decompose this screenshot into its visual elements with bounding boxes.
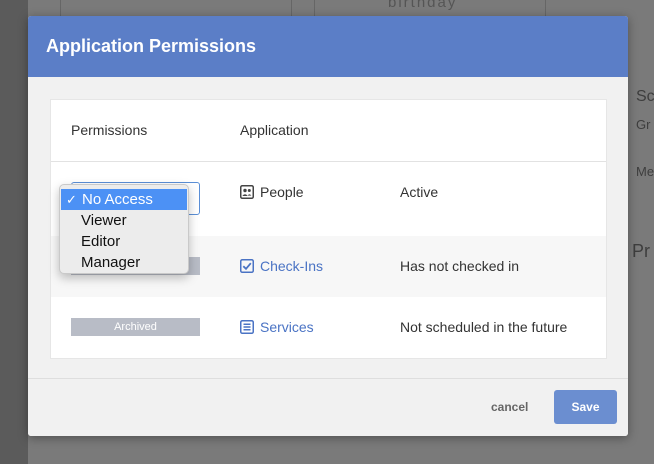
permission-badge-archived[interactable]: Archived (71, 318, 200, 336)
app-name: People (240, 184, 304, 200)
save-button[interactable]: Save (554, 390, 617, 424)
check-icon: ✓ (66, 191, 77, 207)
option-label: Editor (81, 233, 121, 250)
column-header-permissions: Permissions (71, 122, 148, 138)
app-label[interactable]: Check-Ins (260, 258, 323, 274)
dropdown-option-editor[interactable]: Editor (60, 231, 188, 252)
app-status: Active (400, 184, 439, 200)
option-label: Viewer (81, 212, 127, 229)
dropdown-option-manager[interactable]: Manager (60, 252, 188, 273)
permission-dropdown-menu: ✓ No Access Viewer Editor Manager (59, 184, 189, 274)
app-status: Not scheduled in the future (400, 319, 568, 335)
checkbox-icon (240, 259, 254, 273)
background-birthday-label: birthday (388, 0, 458, 11)
dropdown-option-viewer[interactable]: Viewer (60, 210, 188, 231)
app-label[interactable]: Services (260, 319, 314, 335)
column-header-application: Application (240, 122, 309, 138)
app-status: Has not checked in (400, 258, 520, 274)
option-label: Manager (81, 254, 141, 271)
modal-footer: cancel Save (28, 378, 628, 436)
list-icon (240, 320, 254, 334)
table-header: Permissions Application (51, 100, 606, 162)
background-side-label: Me (636, 164, 654, 179)
people-icon (240, 185, 254, 199)
background-side-label: Sc (636, 88, 654, 105)
background-side-label: Pr (632, 241, 650, 261)
app-link-check-ins[interactable]: Check-Ins (240, 258, 323, 274)
dropdown-option-no-access[interactable]: ✓ No Access (61, 189, 187, 210)
modal-header: Application Permissions (28, 16, 628, 77)
table-row: Archived Services Not scheduled in the f… (51, 297, 606, 358)
app-label: People (260, 184, 304, 200)
cancel-button[interactable]: cancel (491, 400, 528, 414)
background-side-label: Gr (636, 117, 651, 132)
app-link-services[interactable]: Services (240, 319, 314, 335)
option-label: No Access (82, 191, 153, 208)
modal-title: Application Permissions (46, 36, 257, 56)
